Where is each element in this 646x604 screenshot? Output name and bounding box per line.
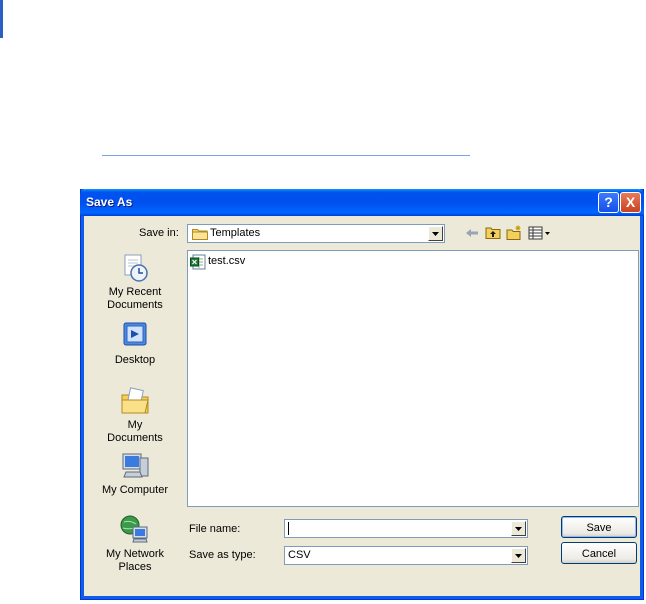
file-list[interactable]: test.csv [187, 250, 639, 507]
save-in-value: Templates [210, 227, 261, 239]
file-name: test.csv [208, 255, 246, 267]
place-label: My Network Places [105, 548, 165, 573]
place-label: My Recent Documents [107, 286, 163, 311]
place-desktop[interactable]: Desktop [99, 320, 171, 367]
place-label: Desktop [114, 354, 156, 366]
close-icon: X [625, 194, 636, 210]
save-in-dropdown[interactable]: Templates [187, 224, 445, 243]
my-computer-icon [122, 453, 149, 478]
save-button[interactable]: Save [561, 516, 637, 538]
file-name-dropdown-arrow[interactable] [511, 521, 526, 536]
file-name-combo[interactable] [284, 519, 528, 538]
excel-csv-icon [190, 254, 206, 270]
cancel-button[interactable]: Cancel [561, 542, 637, 564]
place-my-computer[interactable]: My Computer [99, 450, 171, 497]
network-places-icon [120, 515, 148, 543]
file-name-label: File name: [189, 523, 241, 535]
folder-icon [192, 229, 208, 240]
save-as-type-label: Save as type: [189, 549, 256, 561]
save-in-label: Save in: [139, 227, 179, 239]
save-as-type-value: CSV [288, 549, 311, 561]
file-name-input[interactable] [287, 521, 508, 536]
left-edge-accent [0, 0, 3, 38]
chevron-down-icon [432, 232, 439, 236]
place-label: My Documents [107, 419, 163, 444]
up-one-level-icon[interactable] [485, 225, 501, 241]
help-icon: ? [604, 194, 613, 210]
save-as-type-dropdown[interactable]: CSV [284, 546, 528, 565]
chevron-down-icon [515, 527, 522, 531]
title-bar[interactable]: Save As ? X [80, 189, 644, 216]
place-network-places[interactable]: My Network Places [99, 514, 171, 574]
save-as-dialog: Save As ? X Save in: Templates My Recent… [80, 189, 644, 600]
desktop-icon [123, 322, 147, 346]
view-menu-icon[interactable] [528, 225, 552, 241]
places-bar: My Recent Documents Desktop My Documents [99, 252, 171, 587]
recent-documents-icon [124, 254, 148, 282]
new-folder-icon[interactable] [506, 225, 522, 241]
dialog-title: Save As [86, 195, 133, 209]
place-my-documents[interactable]: My Documents [99, 385, 171, 445]
chevron-down-icon [515, 554, 522, 558]
place-label: My Computer [101, 484, 169, 496]
my-documents-icon [121, 387, 149, 414]
place-recent-documents[interactable]: My Recent Documents [99, 252, 171, 312]
text-caret [288, 522, 289, 535]
save-as-type-dropdown-arrow[interactable] [511, 548, 526, 563]
save-in-dropdown-arrow[interactable] [428, 226, 443, 241]
background-divider-line [102, 155, 470, 156]
back-arrow-icon[interactable] [464, 225, 480, 241]
help-button[interactable]: ? [598, 192, 619, 213]
close-button[interactable]: X [620, 192, 641, 213]
